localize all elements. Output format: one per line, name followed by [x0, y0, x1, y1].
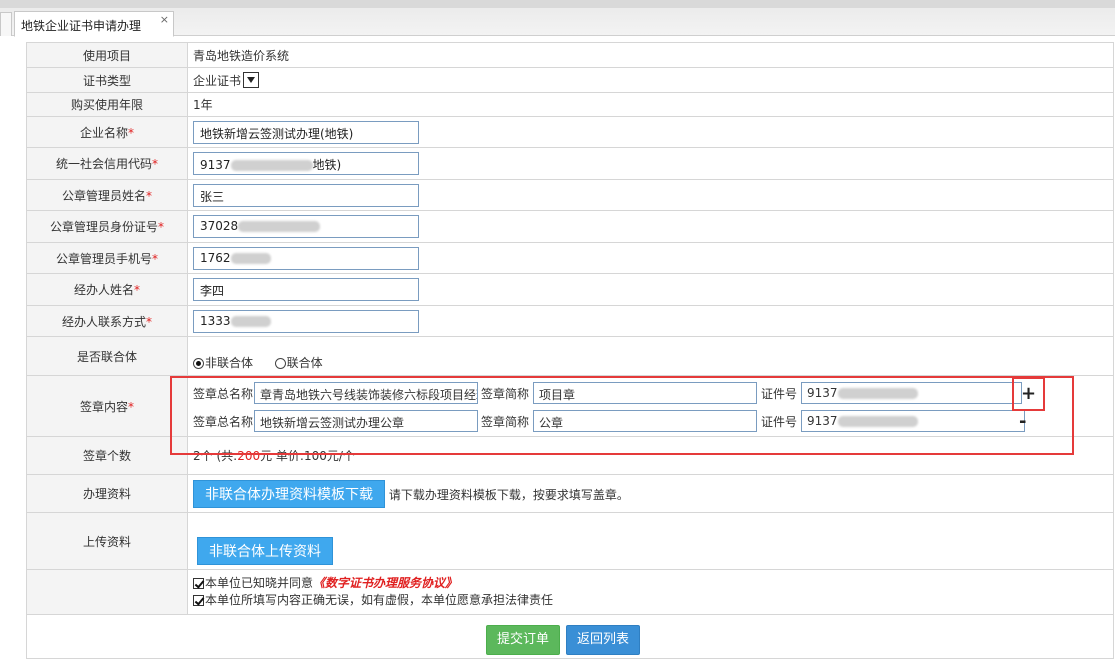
- application-form: 使用项目 青岛地铁造价系统 证书类型 企业证书 购买使用年限 1年 企业名称* …: [26, 42, 1114, 659]
- back-to-list-button[interactable]: 返回列表: [566, 625, 640, 655]
- credit-code-input[interactable]: 9137 地铁): [193, 152, 419, 175]
- radio-non-union-label: 非联合体: [205, 355, 254, 370]
- seal-cert-no-input[interactable]: 9137: [801, 382, 1022, 404]
- admin-name-input[interactable]: 张三: [193, 183, 419, 207]
- company-input[interactable]: 地铁新增云签测试办理(地铁): [193, 120, 419, 144]
- radio-non-union[interactable]: 非联合体: [193, 356, 253, 370]
- tab-stub[interactable]: [0, 12, 12, 36]
- label-handler-name: 经办人姓名*: [26, 273, 188, 306]
- add-seal-button[interactable]: +: [1012, 377, 1045, 411]
- seal-short-name-input[interactable]: 公章: [533, 410, 757, 432]
- label-admin-phone: 公章管理员手机号*: [26, 242, 188, 274]
- label-upload: 上传资料: [26, 512, 188, 570]
- label-project: 使用项目: [26, 42, 188, 68]
- agree-truthful[interactable]: 本单位所填写内容正确无误，如有虚假，本单位愿意承担法律责任: [193, 592, 1113, 609]
- seal-short-name-label: 签章简称: [481, 414, 530, 429]
- toolbar-edge: [0, 0, 1115, 8]
- seal-cert-no-label: 证件号: [761, 414, 798, 429]
- agree-protocol-text: 本单位已知晓并同意: [205, 576, 314, 590]
- download-hint: 请下载办理资料模板下载，按要求填写盖章。: [388, 487, 629, 502]
- seal-full-name-input[interactable]: 章青岛地铁六号线装饰装修六标段项目经理部: [254, 382, 478, 404]
- tab-strip: 地铁企业证书申请办理 ×: [0, 0, 1115, 37]
- protocol-link[interactable]: 《数字证书办理服务协议》: [313, 576, 457, 590]
- checkbox-checked-icon[interactable]: [193, 595, 204, 606]
- label-credit-code: 统一社会信用代码*: [26, 147, 188, 180]
- tab-cert-application[interactable]: 地铁企业证书申请办理 ×: [14, 11, 174, 37]
- submit-order-button[interactable]: 提交订单: [486, 625, 560, 655]
- chevron-down-icon[interactable]: [243, 72, 260, 88]
- seal-short-name-label: 签章简称: [481, 386, 530, 401]
- label-agreement: [26, 569, 188, 615]
- agree-truthful-text: 本单位所填写内容正确无误，如有虚假，本单位愿意承担法律责任: [205, 593, 554, 607]
- close-icon[interactable]: ×: [160, 13, 169, 26]
- remove-seal-button[interactable]: -: [1019, 411, 1026, 432]
- cert-type-value: 企业证书: [193, 73, 242, 88]
- label-admin-id: 公章管理员身份证号*: [26, 210, 188, 243]
- tab-title: 地铁企业证书申请办理: [21, 19, 142, 33]
- label-materials: 办理资料: [26, 474, 188, 513]
- label-years: 购买使用年限: [26, 92, 188, 117]
- cert-type-select[interactable]: 企业证书: [193, 71, 260, 89]
- seal-row-2: 签章总名称 地铁新增云签测试办理公章 签章简称 公章 证件号 9137: [193, 408, 1113, 434]
- radio-union[interactable]: 联合体: [274, 355, 323, 370]
- seal-full-name-input[interactable]: 地铁新增云签测试办理公章: [254, 410, 478, 432]
- seal-cert-no-label: 证件号: [761, 386, 798, 401]
- radio-checked-icon[interactable]: [193, 357, 204, 369]
- radio-union-label: 联合体: [286, 355, 323, 370]
- seal-cert-no-input[interactable]: 9137: [801, 410, 1025, 432]
- download-template-button[interactable]: 非联合体办理资料模板下载: [193, 479, 385, 508]
- label-seal: 签章内容*: [26, 375, 188, 437]
- seal-short-name-input[interactable]: 项目章: [533, 382, 757, 404]
- project-value: 青岛地铁造价系统: [187, 42, 1114, 68]
- label-seal-count: 签章个数: [26, 436, 188, 475]
- label-handler-contact: 经办人联系方式*: [26, 305, 188, 337]
- label-admin-name: 公章管理员姓名*: [26, 179, 188, 211]
- radio-unchecked-icon[interactable]: [274, 357, 286, 369]
- label-cert-type: 证书类型: [26, 67, 188, 93]
- upload-button[interactable]: 非联合体上传资料: [197, 537, 333, 565]
- label-union: 是否联合体: [26, 336, 188, 376]
- years-value: 1年: [187, 92, 1114, 117]
- admin-id-input[interactable]: 37028: [193, 215, 419, 238]
- handler-contact-input[interactable]: 1333: [193, 309, 419, 333]
- seal-full-name-label: 签章总名称: [193, 386, 254, 401]
- seal-count-value: 2个 (共:200元 单价:100元/个: [187, 436, 1114, 475]
- admin-phone-input[interactable]: 1762: [193, 246, 419, 270]
- seal-row-1: 签章总名称 章青岛地铁六号线装饰装修六标段项目经理部 签章简称 项目章 证件号 …: [193, 380, 1113, 406]
- label-company: 企业名称*: [26, 116, 188, 148]
- checkbox-checked-icon[interactable]: [193, 578, 204, 589]
- agree-protocol[interactable]: 本单位已知晓并同意《数字证书办理服务协议》: [193, 575, 1113, 592]
- seal-full-name-label: 签章总名称: [193, 414, 254, 429]
- handler-name-input[interactable]: 李四: [193, 278, 419, 301]
